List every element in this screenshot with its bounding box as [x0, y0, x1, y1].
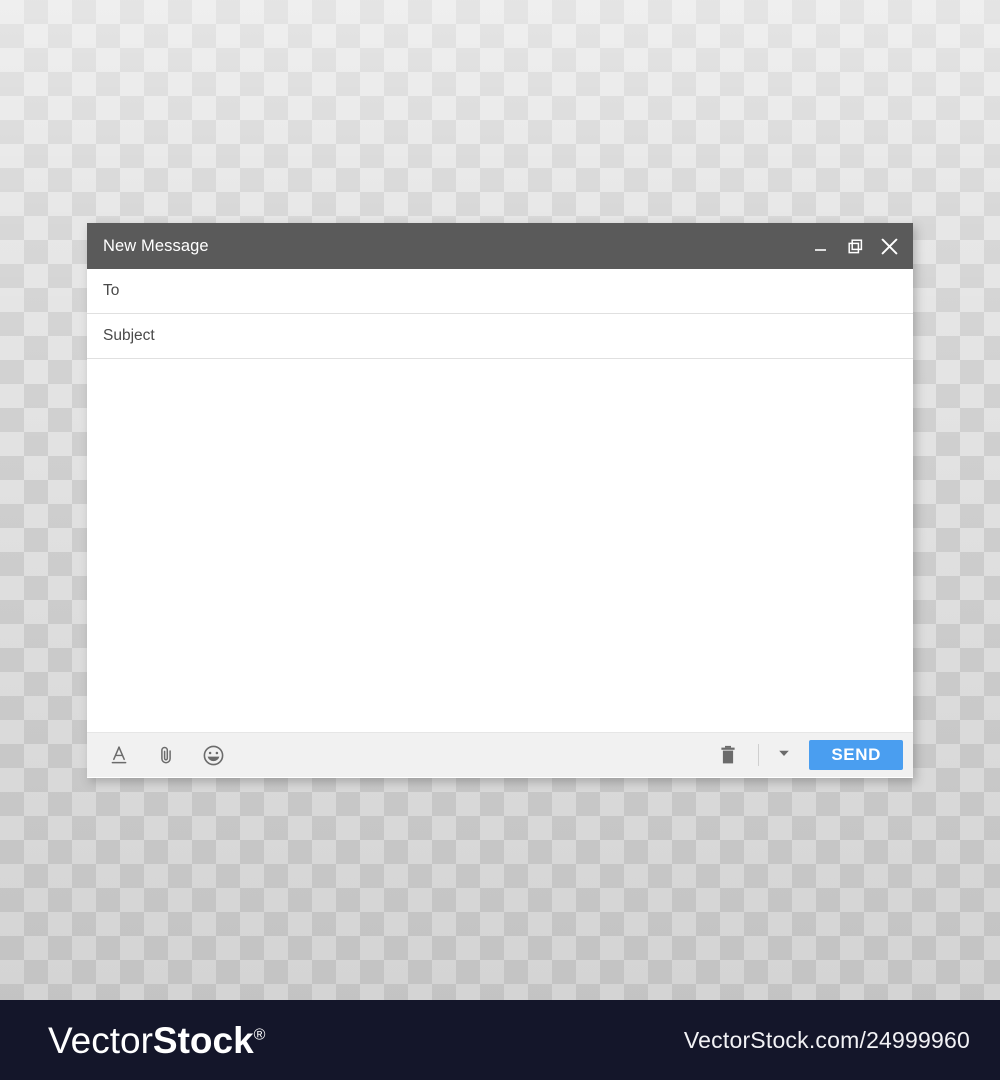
discard-draft-button[interactable] [716, 743, 740, 767]
logo-text-light: Vector [48, 1019, 153, 1061]
subject-field-label: Subject [103, 327, 155, 344]
emoji-smiley-icon [202, 744, 225, 767]
subject-field-row[interactable]: Subject [87, 314, 913, 359]
send-button[interactable]: SEND [809, 740, 903, 770]
compose-message-window: New Message To Subject SEND [87, 223, 913, 778]
more-send-options-button[interactable] [773, 744, 795, 766]
compose-toolbar: SEND [87, 733, 913, 777]
watermark-footer-bar: VectorStock® VectorStock.com/24999960 [0, 1000, 1000, 1080]
message-body-area[interactable] [87, 359, 913, 733]
close-button[interactable] [879, 235, 899, 257]
close-icon [880, 237, 899, 256]
watermark-url: VectorStock.com/24999960 [683, 1026, 970, 1053]
insert-emoji-button[interactable] [201, 743, 225, 767]
logo-text-bold: Stock [152, 1019, 254, 1061]
restore-window-button[interactable] [845, 235, 865, 257]
to-field-label: To [103, 282, 120, 299]
format-text-icon [108, 744, 130, 766]
window-controls [811, 235, 899, 257]
window-title: New Message [103, 236, 209, 255]
vectorstock-logo: VectorStock® [48, 1022, 265, 1059]
registered-trademark-icon: ® [253, 1026, 266, 1044]
minimize-icon [813, 238, 829, 254]
restore-window-icon [847, 238, 864, 255]
attach-file-button[interactable] [154, 743, 178, 767]
formatting-options-button[interactable] [107, 743, 131, 767]
toolbar-left-group [107, 743, 225, 767]
toolbar-right-group: SEND [716, 740, 903, 770]
toolbar-divider [758, 744, 760, 766]
minimize-button[interactable] [811, 235, 831, 257]
to-field-row[interactable]: To [87, 269, 913, 314]
window-titlebar[interactable]: New Message [87, 223, 913, 269]
paperclip-icon [155, 744, 177, 766]
trash-icon [717, 744, 739, 766]
chevron-down-icon [776, 745, 792, 766]
